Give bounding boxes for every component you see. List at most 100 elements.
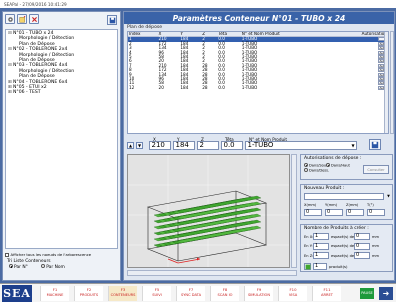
spacing-input[interactable]: 0: [354, 252, 370, 259]
x-axis-arrow: [177, 258, 201, 264]
window-title: SEAPal - 27/09/2016 10:41:29: [0, 0, 396, 8]
total-products-field[interactable]: 1: [313, 263, 327, 270]
unit-label: mm: [372, 244, 380, 248]
dans-haut-label: Dans/Haut: [331, 163, 350, 168]
x-axis-arrowhead: [197, 257, 200, 261]
fkey-label: VISA: [288, 292, 298, 297]
container-tree[interactable]: ⊟ N°01 - TUBO x 24 Morphologie / Détection…: [5, 29, 118, 249]
autorisations-group: Autorisations de dépose : Dans/Sous Dans…: [300, 154, 393, 180]
add-container-icon[interactable]: [17, 14, 27, 24]
spacing-input[interactable]: 0: [354, 242, 370, 250]
teta-input[interactable]: 0.0: [221, 141, 243, 150]
chevron-down-icon[interactable]: ▼: [349, 141, 357, 150]
new-t-input[interactable]: 0: [367, 209, 385, 216]
ymin-label: Y(mm): [325, 203, 338, 207]
tree-toolbar: [5, 14, 39, 26]
nombre-row: En Y: 1 espacé(s) de 0 mm: [304, 242, 392, 253]
spacing-label: espacé(s) de: [331, 244, 355, 248]
table-cell: 1-TUBO: [241, 84, 258, 90]
create-products-button[interactable]: [304, 263, 311, 270]
fkey-simulation[interactable]: F9 SIMULATION: [244, 286, 273, 301]
consulter-button[interactable]: Consulter: [363, 165, 389, 174]
exit-icon[interactable]: ➜: [379, 287, 393, 300]
autorisation-cell: Aut.: [328, 85, 388, 90]
dans-haut-radio[interactable]: Dans/Haut: [326, 163, 350, 167]
table-cell: 28: [202, 84, 208, 90]
fkey-scan-io[interactable]: F8 SCAN IO: [210, 286, 239, 301]
nombre-row: En Z: 1 espacé(s) de 0 mm: [304, 252, 392, 262]
dans-dess-radio[interactable]: Dans/Dess.: [304, 168, 329, 173]
new-x-input[interactable]: 0: [304, 209, 322, 216]
nombre-row: En X: 1 espacé(s) de 0 mm: [304, 233, 392, 243]
tube-stack: [153, 195, 262, 248]
fkey-sync-data[interactable]: F7 SYNC DATA: [176, 286, 205, 301]
nombre-produits-group: Nombre de Produits à créer : En X: 1 espac…: [300, 224, 393, 272]
nombre-axis-label: En Z:: [304, 253, 314, 258]
settings-gear-icon[interactable]: [5, 14, 15, 24]
fkey-produits[interactable]: F2 PRODUITS: [74, 286, 103, 301]
count-input[interactable]: 1: [313, 242, 329, 250]
view-horizontal-scrollbar[interactable]: [127, 270, 297, 276]
unit-label: mm: [372, 234, 380, 239]
new-z-input[interactable]: 0: [346, 209, 364, 216]
pause-button[interactable]: PAUSE: [360, 288, 374, 299]
show-all-nodes-checkbox[interactable]: Afficher tous les noeuds de l'arborescen…: [5, 252, 118, 259]
move-down-button[interactable]: ▼: [136, 142, 143, 149]
fkey-label: PRODUITS: [79, 292, 99, 297]
z-input[interactable]: 2: [197, 141, 219, 150]
nouveau-produit-select[interactable]: [304, 193, 384, 200]
plan-label: Plan de dépose: [127, 25, 163, 30]
new-y-input[interactable]: 0: [325, 209, 343, 216]
sort-options: Par N° Par Nom: [5, 264, 118, 270]
nouveau-produit-group: Nouveau Produit : ▼ X(mm) Y(mm) Z(mm) T(…: [300, 184, 393, 220]
chevron-down-icon[interactable]: ▼: [385, 193, 392, 200]
autorisations-title: Autorisations de dépose :: [304, 156, 362, 161]
fkey-visa[interactable]: F10 VISA: [278, 286, 307, 301]
total-products-label: produit(s): [329, 264, 348, 269]
count-input[interactable]: 1: [313, 252, 329, 259]
fkey-label: CONTENEURS: [110, 292, 136, 297]
x-input[interactable]: 210: [149, 141, 171, 150]
fkey-label: SUIVI: [152, 292, 162, 297]
tree-container-item[interactable]: ⊞ N°06 - TEST: [8, 90, 115, 95]
y-axis-arrow: [167, 258, 179, 264]
sea-logo: SEA: [2, 285, 32, 302]
spacing-input[interactable]: 0: [354, 233, 370, 240]
sort-by-name-radio[interactable]: Par Nom: [41, 264, 65, 270]
fkey-label: MACHINE: [46, 292, 64, 297]
fkey-suivi[interactable]: F5 SUIVI: [142, 286, 171, 301]
table-scrollbar[interactable]: [384, 32, 388, 133]
dans-dess-label: Dans/Dess.: [309, 168, 330, 173]
apply-save-button[interactable]: [369, 139, 381, 150]
nombre-axis-label: En Y:: [304, 244, 313, 248]
panel-title: Paramètres Conteneur N°01 - TUBO x 24: [124, 12, 394, 24]
table-cell: 20: [158, 84, 164, 90]
fkey-label: SYNC DATA: [180, 292, 202, 297]
fkey-arret[interactable]: F11 ARRET: [312, 286, 341, 301]
edit-row: ▲ ▼ X Y Z Têta N° et Nom Produit 210 184…: [127, 137, 389, 151]
table-side-scrollbar[interactable]: [390, 31, 394, 134]
sort-by-number-label: Par N°: [14, 264, 28, 270]
save-icon: [371, 141, 379, 148]
move-up-button[interactable]: ▲: [127, 142, 134, 149]
table-cell: 12: [129, 84, 135, 90]
count-input[interactable]: 1: [313, 233, 329, 240]
delete-container-icon[interactable]: [29, 14, 39, 24]
nombre-produits-title: Nombre de Produits à créer :: [304, 226, 369, 231]
table-cell: 0.0: [218, 84, 225, 90]
y-input[interactable]: 184: [173, 141, 195, 150]
container-tree-panel: ⊟ N°01 - TUBO x 24 Morphologie / Détection…: [2, 11, 121, 281]
nombre-axis-label: En X:: [304, 234, 314, 239]
nombre-rows: En X: 1 espacé(s) de 0 mm En Y: 1 espacé(s) de 0…: [304, 233, 392, 262]
xmin-label: X(mm): [304, 203, 317, 207]
3d-pallet-view[interactable]: [127, 154, 290, 268]
sort-by-number-radio[interactable]: Par N°: [9, 264, 28, 270]
view-vertical-scrollbar[interactable]: [291, 154, 297, 268]
save-icon[interactable]: [107, 15, 117, 25]
table-row[interactable]: 12 20 184 28 0.0 1-TUBO Aut.: [128, 84, 388, 90]
produit-select[interactable]: 1-TUBO: [245, 141, 357, 150]
table-cell: 184: [180, 84, 189, 90]
fkey-conteneurs[interactable]: F3 CONTENEURS: [108, 286, 137, 301]
nouveau-produit-title: Nouveau Produit :: [304, 186, 345, 191]
fkey-machine[interactable]: F1 MACHINE: [40, 286, 69, 301]
